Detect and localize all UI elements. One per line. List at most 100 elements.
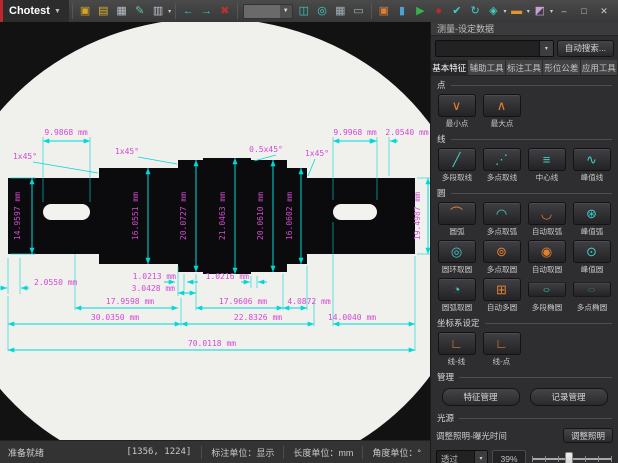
play-icon[interactable]: ▶ bbox=[412, 3, 428, 20]
light-slider-row: 透过 ▾ 39% bbox=[431, 446, 618, 463]
chevron-down-icon[interactable]: ▾ bbox=[550, 8, 553, 15]
status-ready-text: 准备就绪 bbox=[0, 446, 44, 459]
auto-search-button[interactable]: 自动搜索... bbox=[557, 40, 614, 57]
minimize-button[interactable]: – bbox=[554, 3, 574, 19]
tool-center-line[interactable]: ≡ 中心线 bbox=[524, 148, 569, 183]
tool-max-point[interactable]: ∧ 最大点 bbox=[479, 94, 524, 129]
chevron-down-icon[interactable]: ▾ bbox=[539, 41, 553, 56]
feature-manage-button[interactable]: 特征管理 bbox=[442, 388, 520, 406]
undo-icon[interactable]: ← bbox=[180, 3, 196, 20]
dim-mid-section-length: 22.8326 mm bbox=[234, 313, 282, 322]
tool-min-point[interactable]: ∨ 最小点 bbox=[434, 94, 479, 129]
tool-line-line-datum[interactable]: ∟ 线-线 bbox=[434, 332, 479, 367]
chevron-down-icon[interactable]: ▾ bbox=[474, 451, 487, 463]
tab-annotation-tools[interactable]: 标注工具 bbox=[506, 60, 543, 76]
manage-buttons-row: 特征管理 记录管理 bbox=[431, 384, 618, 409]
arc-icon: ⌒ bbox=[438, 202, 476, 225]
maximize-button[interactable]: □ bbox=[574, 3, 594, 19]
light-intensity-slider[interactable] bbox=[530, 450, 613, 463]
tab-geometric-tolerance[interactable]: 形位公差 bbox=[543, 60, 580, 76]
shield-icon[interactable]: ◈ bbox=[485, 3, 501, 20]
refresh-icon[interactable]: ↻ bbox=[467, 3, 483, 20]
slider-tick bbox=[585, 456, 586, 462]
confirm-icon[interactable]: ✔ bbox=[449, 3, 465, 20]
app-menu-button[interactable]: Chotest ▼ bbox=[0, 0, 69, 22]
chevron-down-icon[interactable]: ▼ bbox=[280, 5, 292, 18]
record-manage-button[interactable]: 记录管理 bbox=[530, 388, 608, 406]
dim-groove-left-width: 1.0213 mm bbox=[133, 272, 177, 281]
tool-multi-point-circle[interactable]: ⊚ 多点取圆 bbox=[479, 240, 524, 275]
feature-combobox[interactable]: ▾ bbox=[435, 40, 554, 57]
chevron-down-icon[interactable]: ▾ bbox=[503, 8, 506, 15]
point-tools-row: ∨ 最小点 ∧ 最大点 bbox=[431, 92, 618, 130]
zoom-region-icon[interactable]: ◫ bbox=[296, 3, 312, 20]
light-adjust-row: 调整照明-曝光时间 调整照明 bbox=[431, 425, 618, 446]
multi-segment-line-icon: ╱ bbox=[438, 148, 476, 171]
user-settings-icon[interactable]: ◩ bbox=[532, 3, 548, 20]
tool-label: 线-线 bbox=[448, 356, 466, 366]
toolbar-combobox[interactable]: ▼ bbox=[243, 4, 293, 19]
tool-peak-line[interactable]: ∿ 峰值线 bbox=[569, 148, 614, 183]
dim-total-length: 70.0118 mm bbox=[188, 339, 236, 348]
tool-arc[interactable]: ⌒ 圆弧 bbox=[434, 202, 479, 237]
status-angle-unit: 角度单位：° bbox=[362, 446, 430, 459]
center-line-icon: ≡ bbox=[528, 148, 566, 171]
tool-label: 圆弧 bbox=[449, 226, 464, 236]
redo-icon[interactable]: → bbox=[198, 3, 214, 20]
save-as-icon[interactable]: ▥ bbox=[150, 3, 166, 20]
grid-icon[interactable]: ▦ bbox=[332, 3, 348, 20]
search-view-icon[interactable]: ◎ bbox=[314, 3, 330, 20]
dim-section6-diameter: 16.0602 mm bbox=[285, 192, 294, 240]
tab-basic-features[interactable]: 基本特征 bbox=[431, 60, 468, 76]
tool-auto-circle[interactable]: ◉ 自动取圆 bbox=[524, 240, 569, 275]
tool-multi-segment-ellipse[interactable]: ○ 多段椭圆 bbox=[524, 278, 569, 313]
tool-label: 多点取弧 bbox=[486, 226, 516, 236]
slider-thumb[interactable] bbox=[565, 452, 573, 463]
tool-peak-circle[interactable]: ⊙ 峰值圆 bbox=[569, 240, 614, 275]
tool-label: 多点取线 bbox=[486, 172, 516, 182]
tool-label: 峰值弧 bbox=[580, 226, 603, 236]
dim-left-groove-width: 2.0550 mm bbox=[34, 278, 78, 287]
tool-auto-arc[interactable]: ◡ 自动取弧 bbox=[524, 202, 569, 237]
tool-ring-circle[interactable]: ◎ 圆环取圆 bbox=[434, 240, 479, 275]
tool-arc-to-circle[interactable]: ◔ 圆弧取圆 bbox=[434, 278, 479, 313]
dim-chamfer-left: 1x45° bbox=[13, 152, 37, 161]
section-header-circle: 圆 bbox=[431, 184, 618, 200]
tool-auto-multi-circle[interactable]: ⊞ 自动多圆 bbox=[479, 278, 524, 313]
tool-multi-point-arc[interactable]: ◠ 多点取弧 bbox=[479, 202, 524, 237]
tool-multi-segment-line[interactable]: ╱ 多段取线 bbox=[434, 148, 479, 183]
adjust-light-button[interactable]: 调整照明 bbox=[563, 428, 613, 443]
record-icon[interactable]: ● bbox=[430, 3, 446, 20]
dim-groove-right-width: 1.0216 mm bbox=[206, 272, 250, 281]
display-icon[interactable]: ▮ bbox=[394, 3, 410, 20]
tool-label: 线-点 bbox=[493, 356, 511, 366]
camera-viewport[interactable]: 9.9868 mm 9.9968 mm 2.0540 mm 1x45° 1x45… bbox=[0, 22, 430, 440]
circle-tools-row-3: ◔ 圆弧取圆 ⊞ 自动多圆 ○ 多段椭圆 ◌ 多点椭圆 bbox=[431, 276, 618, 314]
edit-icon[interactable]: ✎ bbox=[132, 3, 148, 20]
section-header-line: 线 bbox=[431, 130, 618, 146]
tab-application-tools[interactable]: 应用工具 bbox=[581, 60, 618, 76]
chevron-down-icon[interactable]: ▾ bbox=[168, 8, 171, 15]
chevron-down-icon[interactable]: ▾ bbox=[527, 8, 530, 15]
layout-icon[interactable]: ▬ bbox=[508, 3, 524, 20]
section-header-coordinate-system: 坐标系设定 bbox=[431, 314, 618, 330]
close-button[interactable]: ✕ bbox=[594, 3, 614, 19]
multi-point-circle-icon: ⊚ bbox=[483, 240, 521, 263]
compare-icon[interactable]: ▣ bbox=[376, 3, 392, 20]
tab-auxiliary-tools[interactable]: 辅助工具 bbox=[468, 60, 505, 76]
line-tools-row: ╱ 多段取线 ⋰ 多点取线 ≡ 中心线 ∿ 峰值线 bbox=[431, 146, 618, 184]
tool-multi-point-ellipse[interactable]: ◌ 多点椭圆 bbox=[569, 278, 614, 313]
monitor-icon[interactable]: ▭ bbox=[350, 3, 366, 20]
tool-line-point-datum[interactable]: ∟ 线-点 bbox=[479, 332, 524, 367]
light-mode-select[interactable]: 透过 ▾ bbox=[436, 450, 488, 463]
measure-settings-panel: 测量-设定数据 ▾ 自动搜索... 基本特征 辅助工具 标注工具 形位公差 应用… bbox=[430, 22, 618, 463]
multi-point-line-icon: ⋰ bbox=[483, 148, 521, 171]
tool-multi-point-line[interactable]: ⋰ 多点取线 bbox=[479, 148, 524, 183]
delete-icon[interactable]: ✖ bbox=[217, 3, 233, 20]
main-toolbar: Chotest ▼ ▣ ▤ ▦ ✎ ▥ ▾ ← → ✖ ▼ ◫ ◎ ▦ ▭ ▣ … bbox=[0, 0, 618, 22]
save-icon[interactable]: ▦ bbox=[113, 3, 129, 20]
tool-peak-arc[interactable]: ⊛ 峰值弧 bbox=[569, 202, 614, 237]
open-project-icon[interactable]: ▤ bbox=[95, 3, 111, 20]
new-project-icon[interactable]: ▣ bbox=[77, 3, 93, 20]
status-bar: 准备就绪 [1356, 1224] 标注单位：显示 长度单位：mm 角度单位：° bbox=[0, 440, 430, 463]
